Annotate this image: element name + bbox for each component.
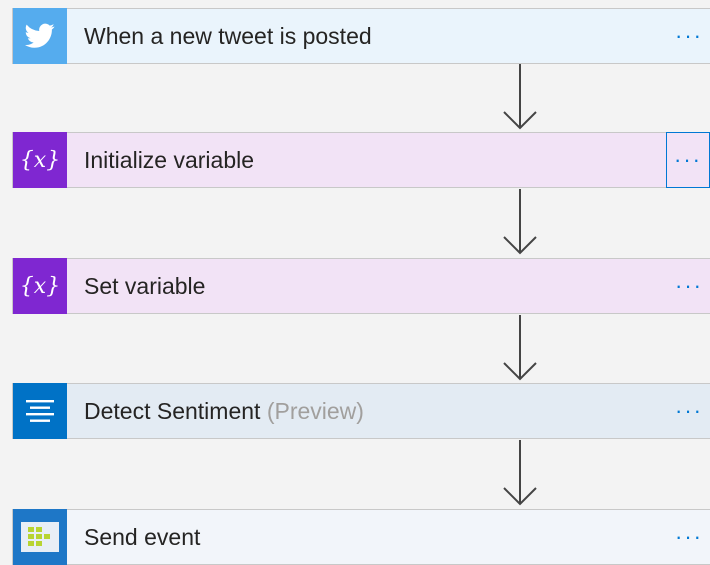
step-card-send-event[interactable]: Send event ··· — [12, 509, 710, 565]
flow-designer: When a new tweet is posted ··· {x} Initi… — [0, 0, 710, 565]
more-options-button[interactable]: ··· — [668, 384, 710, 438]
step-title: Initialize variable — [84, 146, 255, 173]
step-card-detect-sentiment[interactable]: Detect Sentiment (Preview) ··· — [12, 383, 710, 439]
connector-arrow — [503, 64, 537, 130]
more-options-button[interactable]: ··· — [668, 259, 710, 313]
event-hub-icon — [13, 509, 67, 565]
step-card-initialize-variable[interactable]: {x} Initialize variable ··· — [12, 132, 710, 188]
twitter-bird-icon — [13, 8, 67, 64]
connector-arrow — [503, 189, 537, 255]
more-options-button[interactable]: ··· — [668, 510, 710, 564]
preview-label: (Preview) — [266, 397, 364, 424]
text-analytics-icon — [13, 383, 67, 439]
more-options-button[interactable]: ··· — [666, 132, 710, 188]
connector-arrow — [503, 440, 537, 506]
step-title: Set variable — [84, 272, 206, 299]
connector-arrow — [503, 315, 537, 381]
variable-icon: {x} — [13, 132, 67, 188]
step-title: When a new tweet is posted — [84, 22, 372, 49]
more-options-button[interactable]: ··· — [668, 9, 710, 63]
variable-icon: {x} — [13, 258, 67, 314]
step-card-tweet-trigger[interactable]: When a new tweet is posted ··· — [12, 8, 710, 64]
step-title: Detect Sentiment (Preview) — [84, 397, 364, 424]
step-card-set-variable[interactable]: {x} Set variable ··· — [12, 258, 710, 314]
step-title: Send event — [84, 523, 201, 550]
